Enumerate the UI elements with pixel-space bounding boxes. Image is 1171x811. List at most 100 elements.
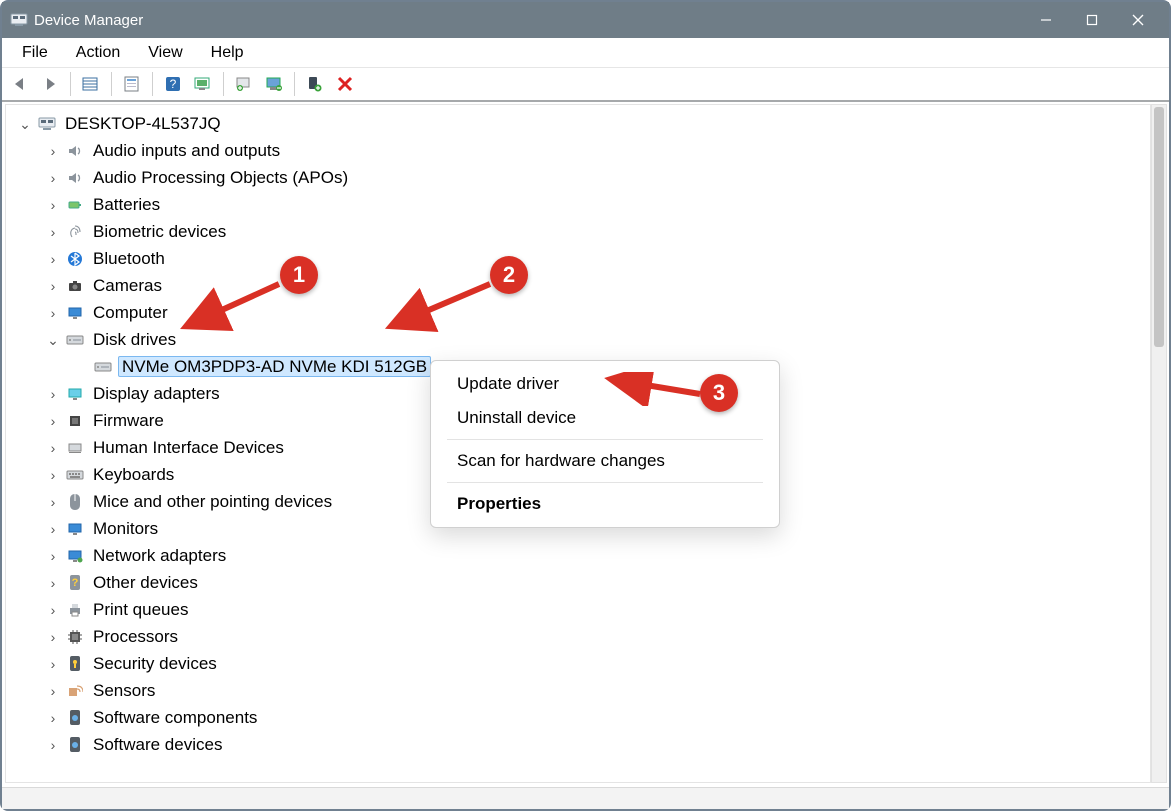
- tree-item-apo[interactable]: ›Audio Processing Objects (APOs): [44, 164, 1150, 191]
- computer-icon: [36, 114, 58, 134]
- tree-item-sw-devices[interactable]: ›Software devices: [44, 731, 1150, 758]
- properties-button[interactable]: [118, 71, 146, 97]
- tree-item-computer[interactable]: › Computer: [44, 299, 1150, 326]
- tree-item-processors[interactable]: › Processors: [44, 623, 1150, 650]
- tree-item-network[interactable]: › Network adapters: [44, 542, 1150, 569]
- scroll-thumb[interactable]: [1154, 107, 1164, 347]
- tree-item-label: Security devices: [90, 654, 220, 673]
- tree-item-label: Batteries: [90, 195, 163, 214]
- menu-view[interactable]: View: [134, 41, 196, 65]
- chevron-right-icon[interactable]: ›: [44, 144, 62, 158]
- display-adapter-icon: [64, 384, 86, 404]
- mouse-icon: [64, 492, 86, 512]
- tree-item-other[interactable]: ›? Other devices: [44, 569, 1150, 596]
- tree-item-label: Bluetooth: [90, 249, 168, 268]
- minimize-button[interactable]: [1023, 2, 1069, 38]
- chevron-right-icon[interactable]: ›: [44, 171, 62, 185]
- chevron-right-icon[interactable]: ›: [44, 306, 62, 320]
- hid-icon: [64, 438, 86, 458]
- content-area: ⌄ DESKTOP-4L537JQ › Audio inputs and outp…: [2, 102, 1169, 787]
- scan-hardware-button[interactable]: [189, 71, 217, 97]
- chevron-right-icon[interactable]: ›: [44, 549, 62, 563]
- chevron-right-icon[interactable]: ›: [44, 711, 62, 725]
- disk-icon: [92, 357, 114, 377]
- unknown-icon: ?: [64, 573, 86, 593]
- speaker-icon: [64, 168, 86, 188]
- tree-item-printq[interactable]: › Print queues: [44, 596, 1150, 623]
- tree-item-bluetooth[interactable]: › Bluetooth: [44, 245, 1150, 272]
- chevron-right-icon[interactable]: ›: [44, 225, 62, 239]
- tree-root-label: DESKTOP-4L537JQ: [62, 114, 224, 133]
- tree-item-label: Firmware: [90, 411, 167, 430]
- cpu-icon: [64, 627, 86, 647]
- chevron-right-icon[interactable]: ›: [44, 198, 62, 212]
- chevron-right-icon[interactable]: ›: [44, 252, 62, 266]
- tree-item-label: Processors: [90, 627, 181, 646]
- software-icon: [64, 708, 86, 728]
- separator: [447, 482, 763, 483]
- maximize-button[interactable]: [1069, 2, 1115, 38]
- separator: [70, 72, 71, 96]
- chevron-right-icon[interactable]: ›: [44, 738, 62, 752]
- tree-item-label: Monitors: [90, 519, 161, 538]
- uninstall-button[interactable]: [260, 71, 288, 97]
- tree-item-disk-drives[interactable]: ⌄ Disk drives: [44, 326, 1150, 353]
- tree-item-label: Human Interface Devices: [90, 438, 287, 457]
- tree-children: › Audio inputs and outputs ›Audio Process…: [16, 137, 1150, 353]
- close-button[interactable]: [1115, 2, 1161, 38]
- chevron-right-icon[interactable]: ›: [44, 630, 62, 644]
- tree-item-label: Network adapters: [90, 546, 229, 565]
- separator: [111, 72, 112, 96]
- show-hidden-button[interactable]: [77, 71, 105, 97]
- tree-item-audio-io[interactable]: › Audio inputs and outputs: [44, 137, 1150, 164]
- tree-item-label: Audio inputs and outputs: [90, 141, 283, 160]
- chevron-right-icon[interactable]: ›: [44, 279, 62, 293]
- menu-help[interactable]: Help: [197, 41, 258, 65]
- chevron-down-icon[interactable]: ⌄: [44, 333, 62, 347]
- tree-root[interactable]: ⌄ DESKTOP-4L537JQ: [16, 110, 1150, 137]
- tree-item-cameras[interactable]: ›Cameras: [44, 272, 1150, 299]
- back-button[interactable]: [6, 71, 34, 97]
- tree-item-security[interactable]: › Security devices: [44, 650, 1150, 677]
- tree-item-label: Computer: [90, 303, 171, 322]
- menu-action[interactable]: Action: [62, 41, 134, 65]
- chevron-right-icon[interactable]: ›: [44, 468, 62, 482]
- tree-item-biometric[interactable]: ›Biometric devices: [44, 218, 1150, 245]
- chevron-down-icon[interactable]: ⌄: [16, 117, 34, 131]
- tree-item-label: Disk drives: [90, 330, 179, 349]
- chevron-right-icon[interactable]: ›: [44, 684, 62, 698]
- vertical-scrollbar[interactable]: [1151, 104, 1167, 783]
- menu-file[interactable]: File: [8, 41, 62, 65]
- chip-icon: [64, 411, 86, 431]
- disable-device-button[interactable]: [331, 71, 359, 97]
- chevron-right-icon[interactable]: ›: [44, 603, 62, 617]
- chevron-right-icon[interactable]: ›: [44, 576, 62, 590]
- tree-item-label: Print queues: [90, 600, 191, 619]
- chevron-right-icon[interactable]: ›: [44, 495, 62, 509]
- printer-icon: [64, 600, 86, 620]
- chevron-right-icon[interactable]: ›: [44, 441, 62, 455]
- update-driver-button[interactable]: [230, 71, 258, 97]
- chevron-right-icon[interactable]: ›: [44, 414, 62, 428]
- ctx-scan-hardware[interactable]: Scan for hardware changes: [431, 444, 779, 478]
- chevron-right-icon[interactable]: ›: [44, 387, 62, 401]
- ctx-properties[interactable]: Properties: [431, 487, 779, 521]
- tree-item-label: Other devices: [90, 573, 201, 592]
- battery-icon: [64, 195, 86, 215]
- chevron-right-icon[interactable]: ›: [44, 522, 62, 536]
- tree-item-sw-components[interactable]: ›Software components: [44, 704, 1150, 731]
- separator: [152, 72, 153, 96]
- help-button[interactable]: ?: [159, 71, 187, 97]
- tree-item-label: Display adapters: [90, 384, 223, 403]
- tree-item-batteries[interactable]: › Batteries: [44, 191, 1150, 218]
- tree-item-sensors[interactable]: ›Sensors: [44, 677, 1150, 704]
- callout-1: 1: [280, 256, 318, 294]
- enable-device-button[interactable]: [301, 71, 329, 97]
- camera-icon: [64, 276, 86, 296]
- chevron-right-icon[interactable]: ›: [44, 657, 62, 671]
- forward-button[interactable]: [36, 71, 64, 97]
- sensor-icon: [64, 681, 86, 701]
- svg-text:?: ?: [72, 577, 79, 589]
- menubar: File Action View Help: [2, 38, 1169, 68]
- speaker-icon: [64, 141, 86, 161]
